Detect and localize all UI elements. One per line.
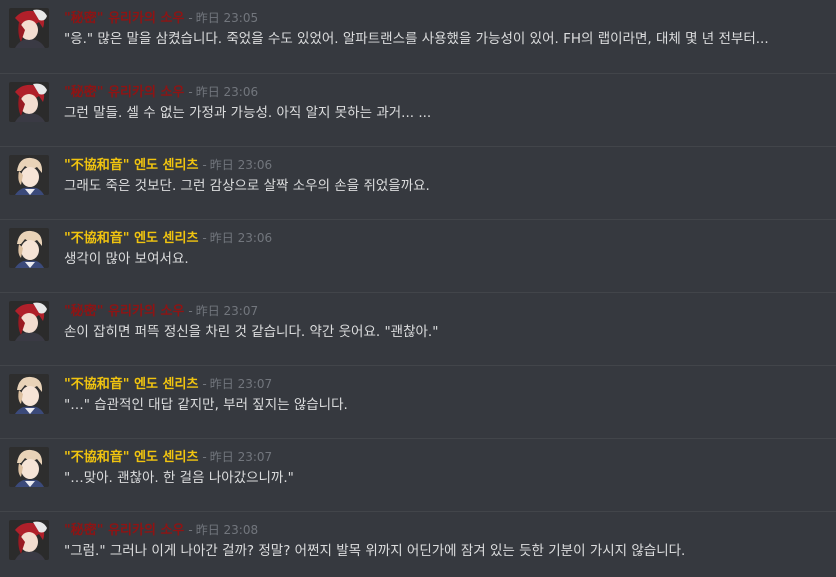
sou-avatar-icon <box>9 8 49 48</box>
separator: - <box>188 11 193 25</box>
message-content: 손이 잡히면 퍼뜩 정신을 차린 것 같습니다. 약간 웃어요. "괜찮아." <box>64 324 439 340</box>
message-header: "不協和音" 엔도 센리츠 - 昨日 23:07 <box>64 448 272 466</box>
author-name[interactable]: "不協和音" 엔도 센리츠 <box>64 377 198 392</box>
message-header: "不協和音" 엔도 센리츠 - 昨日 23:06 <box>64 229 272 247</box>
timestamp[interactable]: 昨日 23:08 <box>196 523 258 537</box>
message-content: "…맞아. 괜찮아. 한 걸음 나아갔으니까." <box>64 470 294 486</box>
sou-avatar-icon <box>9 301 49 341</box>
message: "秘密" 유리카의 소우 - 昨日 23:05 "응." 많은 말을 삼켰습니다. … <box>0 0 836 73</box>
message: "不協和音" 엔도 센리츠 - 昨日 23:06 그래도 죽은 것보단. 그런 감상… <box>0 146 836 219</box>
message-header: "不協和音" 엔도 센리츠 - 昨日 23:07 <box>64 375 272 393</box>
message-header: "秘密" 유리카의 소우 - 昨日 23:07 <box>64 302 258 320</box>
separator: - <box>202 450 207 464</box>
author-name[interactable]: "不協和音" 엔도 센리츠 <box>64 450 198 465</box>
timestamp[interactable]: 昨日 23:06 <box>210 231 272 245</box>
senritsu-avatar-icon <box>9 228 49 268</box>
author-name[interactable]: "不協和音" 엔도 센리츠 <box>64 231 198 246</box>
message-content: "응." 많은 말을 삼켰습니다. 죽었을 수도 있었어. 알파트랜스를 사용했… <box>64 31 769 47</box>
avatar-sou[interactable] <box>9 301 49 341</box>
sou-avatar-icon <box>9 520 49 560</box>
chat-log: "秘密" 유리카의 소우 - 昨日 23:05 "응." 많은 말을 삼켰습니다. … <box>0 0 836 577</box>
timestamp[interactable]: 昨日 23:07 <box>210 377 272 391</box>
message-content: 그래도 죽은 것보단. 그런 감상으로 살짝 소우의 손을 쥐었을까요. <box>64 178 430 194</box>
message-header: "不協和音" 엔도 센리츠 - 昨日 23:06 <box>64 156 272 174</box>
separator: - <box>202 377 207 391</box>
avatar-sou[interactable] <box>9 520 49 560</box>
timestamp[interactable]: 昨日 23:05 <box>196 11 258 25</box>
timestamp[interactable]: 昨日 23:07 <box>210 450 272 464</box>
author-name[interactable]: "秘密" 유리카의 소우 <box>64 11 184 26</box>
timestamp[interactable]: 昨日 23:06 <box>210 158 272 172</box>
separator: - <box>188 523 193 537</box>
senritsu-avatar-icon <box>9 374 49 414</box>
author-name[interactable]: "不協和音" 엔도 센리츠 <box>64 158 198 173</box>
avatar-sou[interactable] <box>9 8 49 48</box>
message: "秘密" 유리카의 소우 - 昨日 23:08 "그럼." 그러나 이게 나아간 걸… <box>0 511 836 577</box>
timestamp[interactable]: 昨日 23:06 <box>196 85 258 99</box>
message: "不協和音" 엔도 센리츠 - 昨日 23:06 생각이 많아 보여서요. <box>0 219 836 292</box>
message: "不協和音" 엔도 센리츠 - 昨日 23:07 "…맞아. 괜찮아. 한 걸음 나… <box>0 438 836 511</box>
avatar-senritsu[interactable] <box>9 374 49 414</box>
separator: - <box>202 158 207 172</box>
avatar-senritsu[interactable] <box>9 228 49 268</box>
sou-avatar-icon <box>9 82 49 122</box>
message: "秘密" 유리카의 소우 - 昨日 23:06 그런 말들. 셀 수 없는 가정과 … <box>0 73 836 146</box>
message-header: "秘密" 유리카의 소우 - 昨日 23:06 <box>64 83 258 101</box>
message-header: "秘密" 유리카의 소우 - 昨日 23:08 <box>64 521 258 539</box>
avatar-senritsu[interactable] <box>9 447 49 487</box>
message: "不協和音" 엔도 센리츠 - 昨日 23:07 "…" 습관적인 대답 같지만, … <box>0 365 836 438</box>
message-content: "그럼." 그러나 이게 나아간 걸까? 정말? 어쩐지 발목 위까지 어딘가에… <box>64 543 686 559</box>
separator: - <box>188 304 193 318</box>
message-header: "秘密" 유리카의 소우 - 昨日 23:05 <box>64 9 258 27</box>
author-name[interactable]: "秘密" 유리카의 소우 <box>64 523 184 538</box>
avatar-sou[interactable] <box>9 82 49 122</box>
senritsu-avatar-icon <box>9 447 49 487</box>
separator: - <box>188 85 193 99</box>
message-content: 생각이 많아 보여서요. <box>64 251 189 267</box>
separator: - <box>202 231 207 245</box>
message: "秘密" 유리카의 소우 - 昨日 23:07 손이 잡히면 퍼뜩 정신을 차린 것… <box>0 292 836 365</box>
author-name[interactable]: "秘密" 유리카의 소우 <box>64 85 184 100</box>
timestamp[interactable]: 昨日 23:07 <box>196 304 258 318</box>
avatar-senritsu[interactable] <box>9 155 49 195</box>
message-content: 그런 말들. 셀 수 없는 가정과 가능성. 아직 알지 못하는 과거... .… <box>64 105 432 121</box>
message-content: "…" 습관적인 대답 같지만, 부러 짚지는 않습니다. <box>64 397 348 413</box>
senritsu-avatar-icon <box>9 155 49 195</box>
author-name[interactable]: "秘密" 유리카의 소우 <box>64 304 184 319</box>
